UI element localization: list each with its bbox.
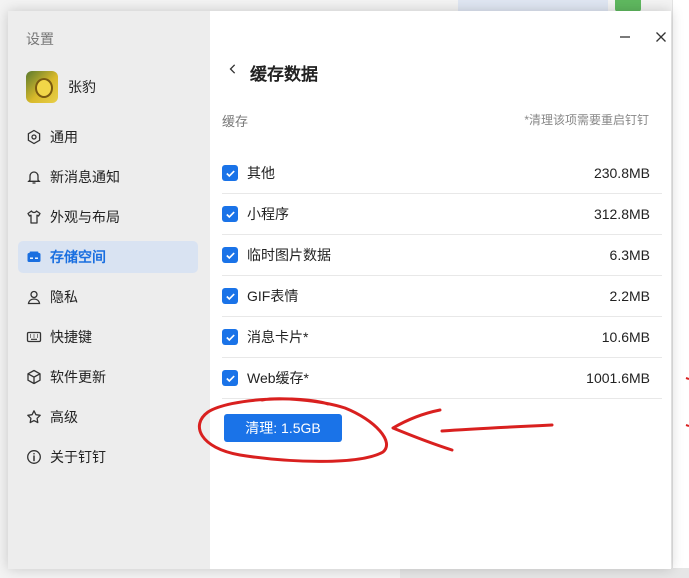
storage-panel: 缓存数据 缓存 *清理该项需要重启钉钉 其他 230.8MB 小程序 312.8… [210,11,671,569]
checkbox[interactable] [222,288,238,304]
cache-row-size: 230.8MB [593,165,650,181]
shirt-icon [26,209,42,225]
settings-dialog: 设置 张豹 通用 新消息通知 外观与布局 存储空间 隐私 快捷键 软件更新 高级… [8,11,671,569]
star-icon [26,409,42,425]
cache-list: 其他 230.8MB 小程序 312.8MB 临时图片数据 6.3MB GIF表… [222,153,662,399]
cache-row-label: GIF表情 [247,288,299,304]
sidebar-item-general[interactable]: 通用 [18,121,198,153]
back-icon[interactable] [228,61,238,82]
checkbox[interactable] [222,329,238,345]
cache-row-label: 小程序 [247,206,289,222]
sidebar-item-storage[interactable]: 存储空间 [18,241,198,273]
cache-row-web: Web缓存* 1001.6MB [222,358,662,399]
section-label: 缓存 [222,114,249,129]
profile[interactable]: 张豹 [26,71,96,103]
sidebar-title: 设置 [26,31,54,47]
sidebar-item-notifications[interactable]: 新消息通知 [18,161,198,193]
cache-row-label: 临时图片数据 [247,247,331,263]
cache-row-other: 其他 230.8MB [222,153,662,194]
sidebar-item-about[interactable]: 关于钉钉 [18,441,198,473]
cache-row-size: 10.6MB [601,329,650,345]
gear-icon [26,129,42,145]
checkbox[interactable] [222,165,238,181]
cube-icon [26,369,42,385]
cache-row-size: 6.3MB [609,247,650,263]
sidebar-item-label: 高级 [50,409,78,425]
minimize-icon[interactable] [618,30,632,44]
section-note: *清理该项需要重启钉钉 [524,113,649,127]
cache-row-miniprogram: 小程序 312.8MB [222,194,662,235]
keyboard-icon [26,329,42,345]
sidebar-item-label: 外观与布局 [50,209,120,225]
sidebar-item-privacy[interactable]: 隐私 [18,281,198,313]
cache-row-label: 其他 [247,165,275,181]
bell-icon [26,169,42,185]
sidebar-item-label: 新消息通知 [50,169,120,185]
sidebar-item-appearance[interactable]: 外观与布局 [18,201,198,233]
storage-icon [26,249,42,265]
checkbox[interactable] [222,370,238,386]
avatar [26,71,58,103]
cache-row-size: 312.8MB [593,206,650,222]
user-icon [26,289,42,305]
cache-row-gif: GIF表情 2.2MB [222,276,662,317]
cache-row-message-card: 消息卡片* 10.6MB [222,317,662,358]
sidebar-item-label: 快捷键 [50,329,92,345]
background-window-edge [672,0,689,578]
cache-row-size: 1001.6MB [586,370,650,386]
profile-name: 张豹 [68,79,96,95]
cache-row-size: 2.2MB [609,288,650,304]
checkbox[interactable] [222,206,238,222]
sidebar-item-label: 关于钉钉 [50,449,106,465]
page-title: 缓存数据 [250,65,318,84]
sidebar-item-label: 隐私 [50,289,78,305]
background-bottom-bar [400,568,689,578]
sidebar-item-label: 存储空间 [50,249,106,265]
sidebar-item-label: 通用 [50,129,78,145]
cache-row-label: 消息卡片* [247,329,309,345]
sidebar-item-shortcuts[interactable]: 快捷键 [18,321,198,353]
cache-row-temp-images: 临时图片数据 6.3MB [222,235,662,276]
sidebar-item-label: 软件更新 [50,369,106,385]
sidebar-item-update[interactable]: 软件更新 [18,361,198,393]
checkbox[interactable] [222,247,238,263]
clear-cache-button[interactable]: 清理: 1.5GB [224,414,342,442]
cache-row-label: Web缓存* [247,370,309,386]
settings-sidebar: 设置 张豹 通用 新消息通知 外观与布局 存储空间 隐私 快捷键 软件更新 高级… [8,11,210,569]
info-icon [26,449,42,465]
close-icon[interactable] [654,30,668,44]
sidebar-nav: 通用 新消息通知 外观与布局 存储空间 隐私 快捷键 软件更新 高级 关于钉钉 [18,121,198,481]
sidebar-item-advanced[interactable]: 高级 [18,401,198,433]
